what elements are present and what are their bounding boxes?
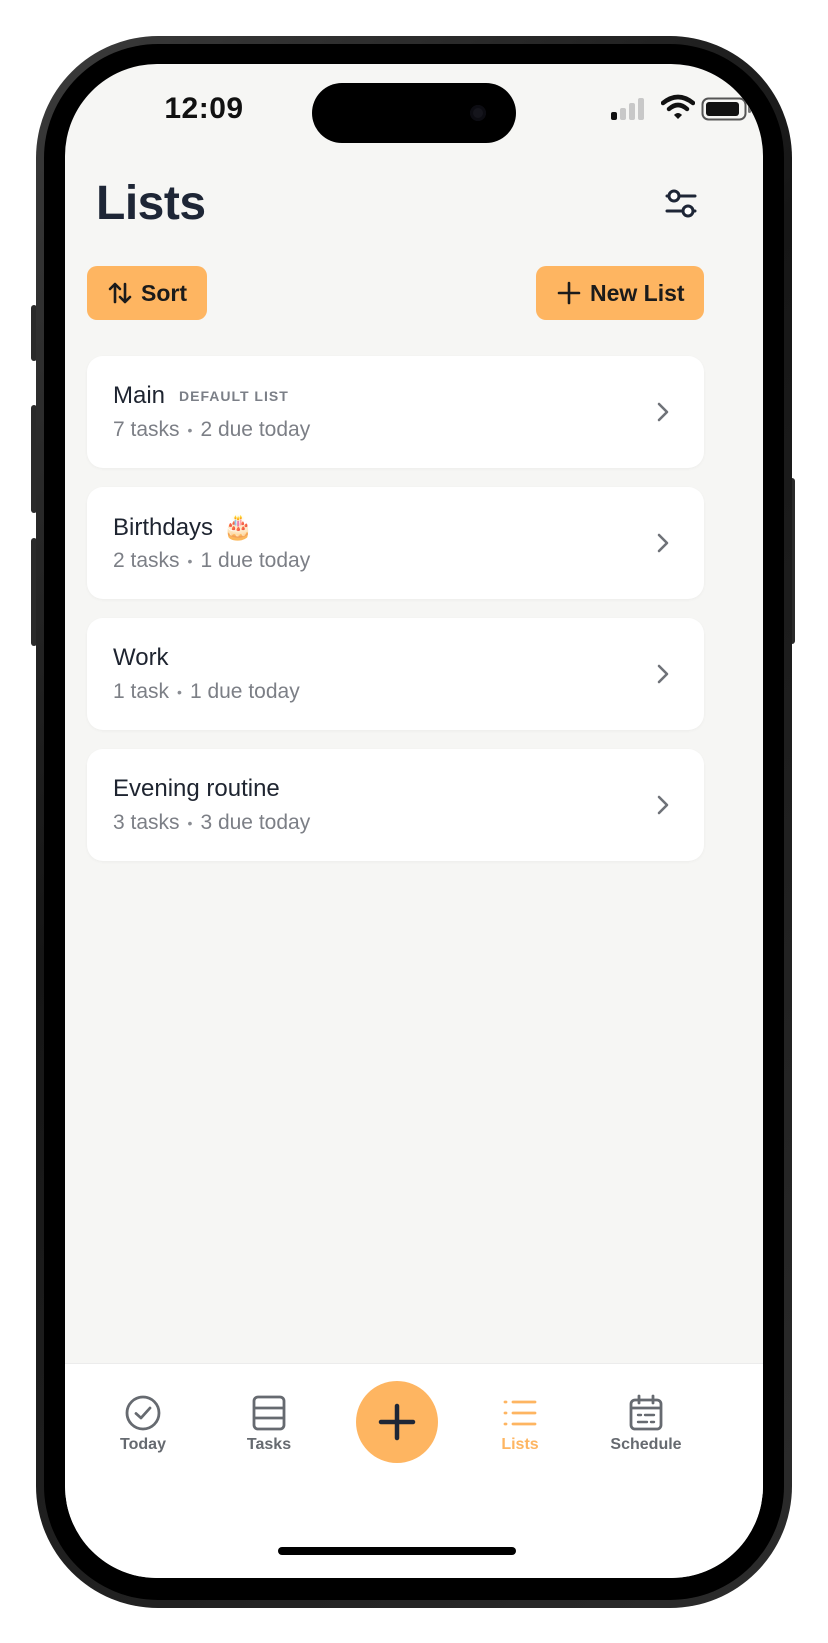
tab-lists[interactable]: Lists xyxy=(465,1394,575,1454)
cellular-signal-icon xyxy=(611,96,651,120)
tab-schedule[interactable]: Schedule xyxy=(591,1394,701,1454)
task-count: 1 task xyxy=(113,680,170,703)
list-meta: 2 tasks • 1 due today xyxy=(113,549,310,573)
list-name: Birthdays xyxy=(113,513,214,541)
camera-lens xyxy=(470,105,486,121)
new-list-label: New List xyxy=(590,279,685,306)
plus-icon xyxy=(378,1403,416,1441)
separator-dot: • xyxy=(187,553,193,569)
sort-arrows-icon xyxy=(108,282,132,304)
chevron-right-icon xyxy=(657,533,669,553)
task-count: 3 tasks xyxy=(113,811,180,834)
plus-icon xyxy=(557,281,581,305)
sort-button[interactable]: Sort xyxy=(87,266,207,320)
separator-dot: • xyxy=(187,815,193,831)
dynamic-island xyxy=(312,83,516,143)
list-name: Evening routine xyxy=(113,775,280,802)
list-name: Main xyxy=(113,382,166,409)
sliders-icon xyxy=(665,189,697,218)
sort-label: Sort xyxy=(141,279,187,306)
tasks-icon xyxy=(252,1395,286,1431)
default-list-badge: DEFAULT LIST xyxy=(179,388,289,404)
new-list-button[interactable]: New List xyxy=(536,266,704,320)
list-icon xyxy=(503,1400,537,1426)
due-count: 2 due today xyxy=(200,418,311,441)
calendar-icon xyxy=(629,1394,663,1431)
list-meta: 3 tasks • 3 due today xyxy=(113,811,310,835)
due-count: 1 due today xyxy=(200,549,311,572)
list-meta: 1 task • 1 due today xyxy=(113,680,300,704)
list-title-row: Evening routine xyxy=(113,775,280,803)
task-count: 7 tasks xyxy=(113,418,180,441)
list-title-row: Work xyxy=(113,644,169,672)
list-card-main[interactable]: Main DEFAULT LIST 7 tasks • 2 due today xyxy=(87,356,704,468)
battery-icon xyxy=(701,97,751,121)
tab-label: Tasks xyxy=(246,1436,292,1453)
lists-container: Main DEFAULT LIST 7 tasks • 2 due today … xyxy=(87,356,704,880)
due-count: 3 due today xyxy=(200,811,311,834)
tab-tasks[interactable]: Tasks xyxy=(214,1394,324,1454)
list-card-birthdays[interactable]: Birthdays 🎂 2 tasks • 1 due today xyxy=(87,487,704,599)
tab-label: Schedule xyxy=(610,1436,682,1453)
list-title-row: Main DEFAULT LIST xyxy=(113,382,289,410)
filter-button[interactable] xyxy=(661,184,701,224)
list-card-evening-routine[interactable]: Evening routine 3 tasks • 3 due today xyxy=(87,749,704,861)
list-title-row: Birthdays 🎂 xyxy=(113,513,253,542)
cake-emoji-icon: 🎂 xyxy=(223,514,253,541)
chevron-right-icon xyxy=(657,664,669,684)
status-time: 12:09 xyxy=(164,92,244,125)
tab-label: Today xyxy=(120,1436,166,1453)
tab-label: Lists xyxy=(501,1436,539,1453)
wifi-icon xyxy=(661,94,695,119)
tab-today[interactable]: Today xyxy=(88,1394,198,1454)
home-indicator xyxy=(278,1547,516,1555)
chevron-right-icon xyxy=(657,402,669,422)
separator-dot: • xyxy=(177,684,182,700)
page-title: Lists xyxy=(96,177,206,230)
list-card-work[interactable]: Work 1 task • 1 due today xyxy=(87,618,704,730)
list-meta: 7 tasks • 2 due today xyxy=(113,418,310,442)
check-circle-icon xyxy=(125,1395,161,1431)
screen: 12:09 Lists Sort New List Main DEFAULT L… xyxy=(65,64,763,1578)
list-name: Work xyxy=(113,644,169,671)
add-task-button[interactable] xyxy=(356,1381,438,1463)
chevron-right-icon xyxy=(657,795,669,815)
tab-bar: Today Tasks Lists Schedule xyxy=(65,1363,763,1578)
due-count: 1 due today xyxy=(189,680,300,703)
task-count: 2 tasks xyxy=(113,549,180,572)
separator-dot: • xyxy=(187,422,193,438)
